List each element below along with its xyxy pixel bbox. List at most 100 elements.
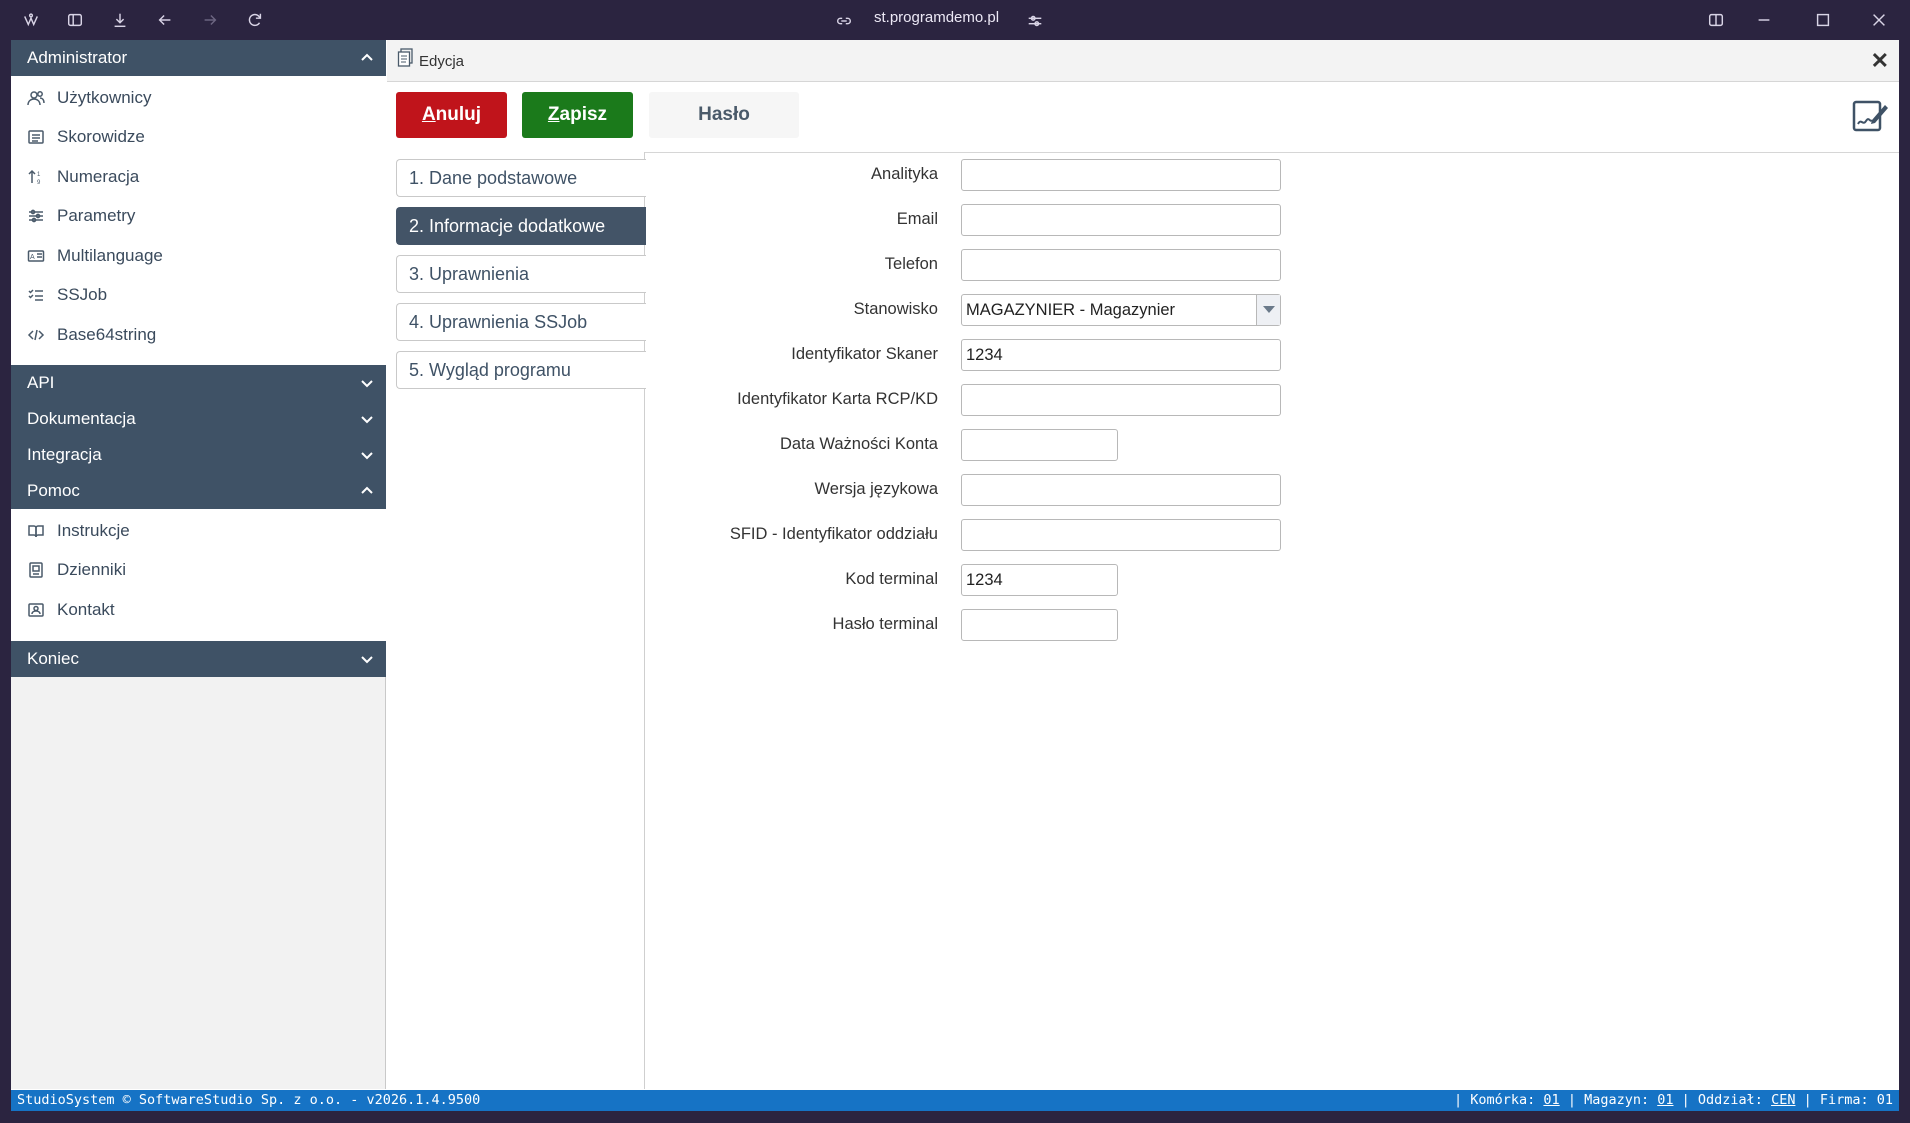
sidebar-toggle-icon[interactable] [63, 8, 87, 32]
komorka-link[interactable]: 01 [1543, 1092, 1559, 1108]
sidebar-section-integracja[interactable]: Integracja [11, 437, 386, 473]
sidebar-item-ssjob[interactable]: SSJob [25, 280, 107, 310]
sidebar-item-label: Numeracja [57, 167, 140, 186]
oddzial-link[interactable]: CEN [1771, 1092, 1795, 1108]
sidebar-section-administrator[interactable]: Administrator [11, 40, 386, 76]
close-icon[interactable]: ✕ [1871, 48, 1889, 74]
sidebar-item-numeracja[interactable]: 19 Numeracja [25, 162, 139, 192]
sidebar-item-instrukcje[interactable]: Instrukcje [25, 516, 130, 546]
administrator-menu: Użytkownicy Skorowidze 19 Numeracja Para… [11, 76, 386, 365]
row-telefon: Telefon [645, 249, 1899, 281]
sidebar-item-label: Instrukcje [57, 521, 130, 540]
edit-toolbar: Anuluj Zapisz Hasło [387, 82, 1899, 152]
field-label: Analityka [871, 165, 938, 183]
status-copyright: StudioSystem © SoftwareStudio Sp. z o.o.… [17, 1092, 481, 1108]
sidebar-item-parametry[interactable]: Parametry [25, 201, 135, 231]
dropdown-arrow-icon[interactable] [1256, 295, 1280, 325]
tab-informacje-dodatkowe[interactable]: 2. Informacje dodatkowe [396, 207, 646, 245]
sort-numeric-icon: 19 [25, 166, 47, 188]
field-label: Kod terminal [845, 570, 938, 588]
users-icon [25, 87, 47, 109]
browser-logo-icon[interactable] [19, 8, 43, 32]
sidebar-section-dokumentacja[interactable]: Dokumentacja [11, 401, 386, 437]
tab-list: 1. Dane podstawowe 2. Informacje dodatko… [387, 152, 646, 1089]
stanowisko-select[interactable]: MAGAZYNIER - Magazynier [961, 294, 1281, 326]
tab-uprawnienia[interactable]: 3. Uprawnienia [396, 255, 646, 293]
magazyn-link[interactable]: 01 [1657, 1092, 1673, 1108]
row-email: Email [645, 204, 1899, 236]
link-icon [832, 9, 856, 33]
section-title: Koniec [27, 649, 79, 668]
site-settings-icon[interactable] [1023, 9, 1047, 33]
telefon-input[interactable] [961, 249, 1281, 281]
sidebar-item-base64string[interactable]: Base64string [25, 320, 156, 350]
sfid-input[interactable] [961, 519, 1281, 551]
sidebar-item-multilanguage[interactable]: A Multilanguage [25, 241, 163, 271]
stanowisko-selected-value: MAGAZYNIER - Magazynier [966, 300, 1176, 319]
sidebar-section-api[interactable]: API [11, 365, 386, 401]
address-bar-url[interactable]: st.programdemo.pl [874, 9, 999, 26]
row-wersja-jezykowa: Wersja językowa [645, 474, 1899, 506]
forward-arrow-icon[interactable] [198, 8, 222, 32]
split-view-icon[interactable] [1704, 8, 1728, 32]
sidebar-item-skorowidze[interactable]: Skorowidze [25, 122, 145, 152]
sidebar: Administrator Użytkownicy Skorowidze 19 … [11, 40, 386, 1089]
kod-terminal-input[interactable]: 1234 [961, 564, 1118, 596]
save-label: apisz [559, 104, 608, 125]
close-window-icon[interactable] [1867, 8, 1891, 32]
firma-label: | Firma: 01 [1803, 1092, 1893, 1108]
sliders-icon [25, 205, 47, 227]
cancel-label: nuluj [435, 104, 482, 125]
sidebar-item-kontakt[interactable]: Kontakt [25, 595, 115, 625]
tab-dane-podstawowe[interactable]: 1. Dane podstawowe [396, 159, 646, 197]
sidebar-item-label: Base64string [57, 325, 157, 344]
status-context: | Komórka: 01 | Magazyn: 01 | Oddział: C… [1454, 1092, 1893, 1108]
contact-icon [25, 599, 47, 621]
svg-text:1: 1 [37, 172, 41, 178]
section-title: Administrator [27, 48, 128, 67]
field-label: Telefon [884, 255, 938, 273]
edit-header: Edycja ✕ [387, 40, 1899, 82]
sidebar-section-koniec[interactable]: Koniec [11, 641, 386, 677]
sidebar-item-dzienniki[interactable]: Dzienniki [25, 555, 126, 585]
cancel-button[interactable]: Anuluj [396, 92, 507, 138]
save-button[interactable]: Zapisz [522, 92, 633, 138]
row-analityka: Analityka [645, 159, 1899, 191]
row-sfid: SFID - Identyfikator oddziału [645, 519, 1899, 551]
section-title: Dokumentacja [27, 409, 136, 428]
sidebar-item-label: Kontakt [57, 600, 115, 619]
magazyn-label: | Magazyn: [1567, 1092, 1650, 1108]
field-label: Wersja językowa [814, 480, 938, 498]
section-title: Integracja [27, 445, 102, 464]
identyfikator-skaner-input[interactable]: 1234 [961, 339, 1281, 371]
wersja-jezykowa-input[interactable] [961, 474, 1281, 506]
section-title: API [27, 373, 55, 392]
sidebar-item-label: SSJob [57, 285, 108, 304]
field-label: Hasło terminal [832, 615, 938, 633]
analityka-input[interactable] [961, 159, 1281, 191]
field-label: Identyfikator Skaner [791, 345, 938, 363]
maximize-icon[interactable] [1811, 8, 1835, 32]
section-title: Pomoc [27, 481, 80, 500]
row-kod-terminal: Kod terminal 1234 [645, 564, 1899, 596]
chevron-up-icon [358, 49, 376, 67]
data-waznosci-input[interactable] [961, 429, 1118, 461]
minimize-icon[interactable] [1752, 8, 1776, 32]
signature-icon[interactable] [1852, 98, 1890, 134]
sidebar-section-pomoc[interactable]: Pomoc [11, 473, 386, 509]
book-icon [25, 520, 47, 542]
identyfikator-karta-input[interactable] [961, 384, 1281, 416]
sidebar-item-uzytkownicy[interactable]: Użytkownicy [25, 83, 151, 113]
document-icon [397, 48, 415, 68]
haslo-terminal-input[interactable] [961, 609, 1118, 641]
browser-titlebar: st.programdemo.pl [0, 0, 1910, 40]
back-arrow-icon[interactable] [153, 8, 177, 32]
download-icon[interactable] [108, 8, 132, 32]
tab-wyglad-programu[interactable]: 5. Wygląd programu [396, 351, 646, 389]
chevron-down-icon [358, 410, 376, 428]
email-input[interactable] [961, 204, 1281, 236]
password-button[interactable]: Hasło [649, 92, 799, 138]
tab-uprawnienia-ssjob[interactable]: 4. Uprawnienia SSJob [396, 303, 646, 341]
chevron-down-icon [358, 446, 376, 464]
reload-icon[interactable] [243, 8, 267, 32]
